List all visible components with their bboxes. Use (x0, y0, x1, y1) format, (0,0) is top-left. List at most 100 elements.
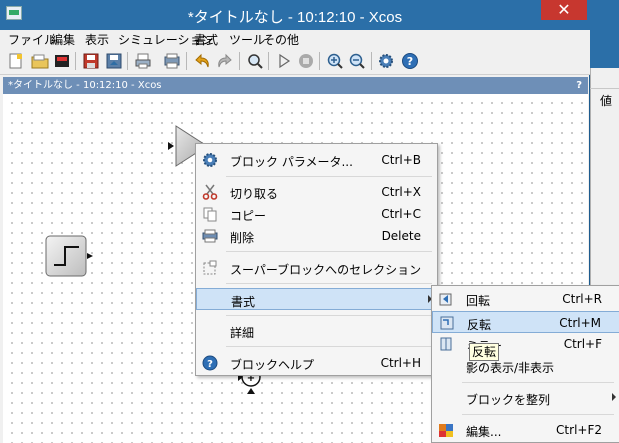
diagram-tab-title: *タイトルなし - 10:12:10 - Xcos (8, 80, 162, 91)
menu-item-label: 影の表示/非表示 (466, 361, 555, 375)
toolbar-separator (371, 52, 372, 70)
menu-item-label: 切り取る (230, 187, 279, 201)
print-icon[interactable] (134, 52, 152, 70)
window-title: *タイトルなし - 10:12:10 - Xcos (187, 9, 403, 26)
diagram-tab-header: *タイトルなし - 10:12:10 - Xcos ? (3, 77, 588, 94)
menu-item-shortcut: Ctrl+R (562, 292, 602, 306)
menu-item-toggle-shadow[interactable]: 影の表示/非表示 (432, 355, 619, 377)
submenu-arrow-icon (612, 393, 616, 401)
toolbar-separator (127, 52, 128, 70)
help-icon[interactable]: ? (401, 52, 419, 70)
menu-item-label: 回転 (466, 294, 491, 308)
menu-separator (226, 251, 432, 252)
menu-item-copy[interactable]: コピー Ctrl+C (196, 203, 437, 225)
save-as-icon[interactable] (105, 52, 123, 70)
menu-item-block-parameters[interactable]: ブロック パラメータ... Ctrl+B (196, 149, 437, 171)
toolbar-separator (319, 52, 320, 70)
menu-separator (462, 414, 614, 415)
zoom-in-icon[interactable] (326, 52, 344, 70)
menu-item-label: ブロックを整列 (466, 393, 551, 407)
step-block[interactable] (45, 235, 101, 279)
tooltip: 反転 (469, 343, 499, 361)
background-window-titlebar (590, 0, 619, 68)
menu-item-label: ブロック パラメータ... (230, 155, 353, 169)
menu-separator (226, 346, 432, 347)
menu-item-region-to-superblock[interactable]: スーパーブロックへのセレクション (196, 257, 437, 279)
save-icon[interactable] (82, 52, 100, 70)
fit-icon[interactable] (246, 52, 264, 70)
open-icon[interactable] (31, 52, 49, 70)
close-button[interactable]: ✕ (541, 0, 587, 20)
start-icon[interactable] (275, 52, 293, 70)
background-window-column-header: 値 (600, 94, 613, 108)
menu-separator (226, 176, 432, 177)
open-xcos-icon[interactable] (53, 52, 71, 70)
menu-item-shortcut: Ctrl+F2 (556, 423, 602, 437)
menu-item-label: 削除 (230, 231, 255, 245)
menu-item-shortcut: Ctrl+C (381, 207, 421, 221)
menu-item-format[interactable]: 書式 (196, 288, 437, 310)
menu-item-shortcut: Ctrl+H (380, 356, 421, 370)
menu-item-label: 編集... (466, 425, 502, 439)
cut-icon (202, 184, 218, 200)
toolbar: ? (0, 48, 590, 75)
toolbar-separator (268, 52, 269, 70)
menu-item-shortcut: Delete (381, 229, 421, 243)
menu-item-shortcut: Ctrl+X (381, 185, 421, 199)
menu-file[interactable]: ファイル (8, 31, 56, 48)
title-bar: *タイトルなし - 10:12:10 - Xcos ✕ (0, 0, 590, 30)
menu-item-label: 詳細 (230, 326, 255, 340)
menu-separator (226, 315, 432, 316)
toolbar-separator (239, 52, 240, 70)
menu-item-shortcut: Ctrl+F (563, 337, 602, 351)
rotate-icon (439, 293, 452, 306)
menu-tools[interactable]: ツール (229, 31, 265, 48)
zoom-out-icon[interactable] (348, 52, 366, 70)
stop-icon[interactable] (297, 52, 315, 70)
menu-item-edit[interactable]: 編集... Ctrl+F2 (432, 419, 619, 441)
background-window-row-divider (590, 88, 619, 89)
menu-item-label: ブロックヘルプ (230, 358, 315, 372)
new-icon[interactable] (7, 52, 25, 70)
menu-separator (226, 283, 432, 284)
edit-icon (439, 424, 453, 437)
svg-text:?: ? (407, 55, 413, 68)
redo-icon[interactable] (216, 52, 234, 70)
flip-icon (440, 316, 454, 330)
toolbar-separator (186, 52, 187, 70)
menu-item-shortcut: Ctrl+M (559, 316, 601, 330)
mirror-icon (440, 337, 452, 351)
menu-edit[interactable]: 編集 (51, 31, 75, 48)
menu-item-flip[interactable]: 反転 Ctrl+M (432, 311, 619, 333)
menu-item-delete[interactable]: 削除 Delete (196, 225, 437, 247)
menu-item-details[interactable]: 詳細 (196, 320, 437, 342)
menu-item-align-blocks[interactable]: ブロックを整列 (432, 387, 619, 409)
print2-icon[interactable] (163, 52, 181, 70)
block-context-menu: ブロック パラメータ... Ctrl+B 切り取る Ctrl+X コピー Ctr… (195, 143, 438, 376)
setup-icon[interactable] (377, 52, 395, 70)
superblock-icon (203, 260, 217, 275)
diagram-tab-help-button[interactable]: ? (576, 77, 582, 94)
delete-icon (202, 229, 218, 243)
copy-icon (203, 207, 217, 222)
help-icon: ? (202, 355, 218, 371)
menu-other[interactable]: その他 (263, 31, 299, 48)
menu-item-label: 書式 (231, 295, 256, 309)
menu-item-block-help[interactable]: ? ブロックヘルプ Ctrl+H (196, 352, 437, 374)
menu-separator (462, 382, 614, 383)
format-submenu: 回転 Ctrl+R 反転 Ctrl+M ミラー Ctrl+F 影の表示/非表示 … (431, 285, 619, 443)
menu-item-label: 反転 (467, 318, 492, 332)
menu-item-rotate[interactable]: 回転 Ctrl+R (432, 288, 619, 310)
gear-icon (203, 153, 217, 167)
svg-text:?: ? (207, 359, 213, 370)
menu-item-label: スーパーブロックへのセレクション (230, 263, 422, 277)
undo-icon[interactable] (193, 52, 211, 70)
menu-item-cut[interactable]: 切り取る Ctrl+X (196, 181, 437, 203)
toolbar-separator (75, 52, 76, 70)
menu-item-label: コピー (230, 209, 267, 223)
menu-bar: ファイル 編集 表示 シミュレーション 書式 ツール その他 (0, 30, 590, 48)
menu-view[interactable]: 表示 (85, 31, 109, 48)
menu-format[interactable]: 書式 (194, 31, 218, 48)
menu-item-shortcut: Ctrl+B (381, 153, 421, 167)
menu-item-mirror[interactable]: ミラー Ctrl+F (432, 333, 619, 355)
